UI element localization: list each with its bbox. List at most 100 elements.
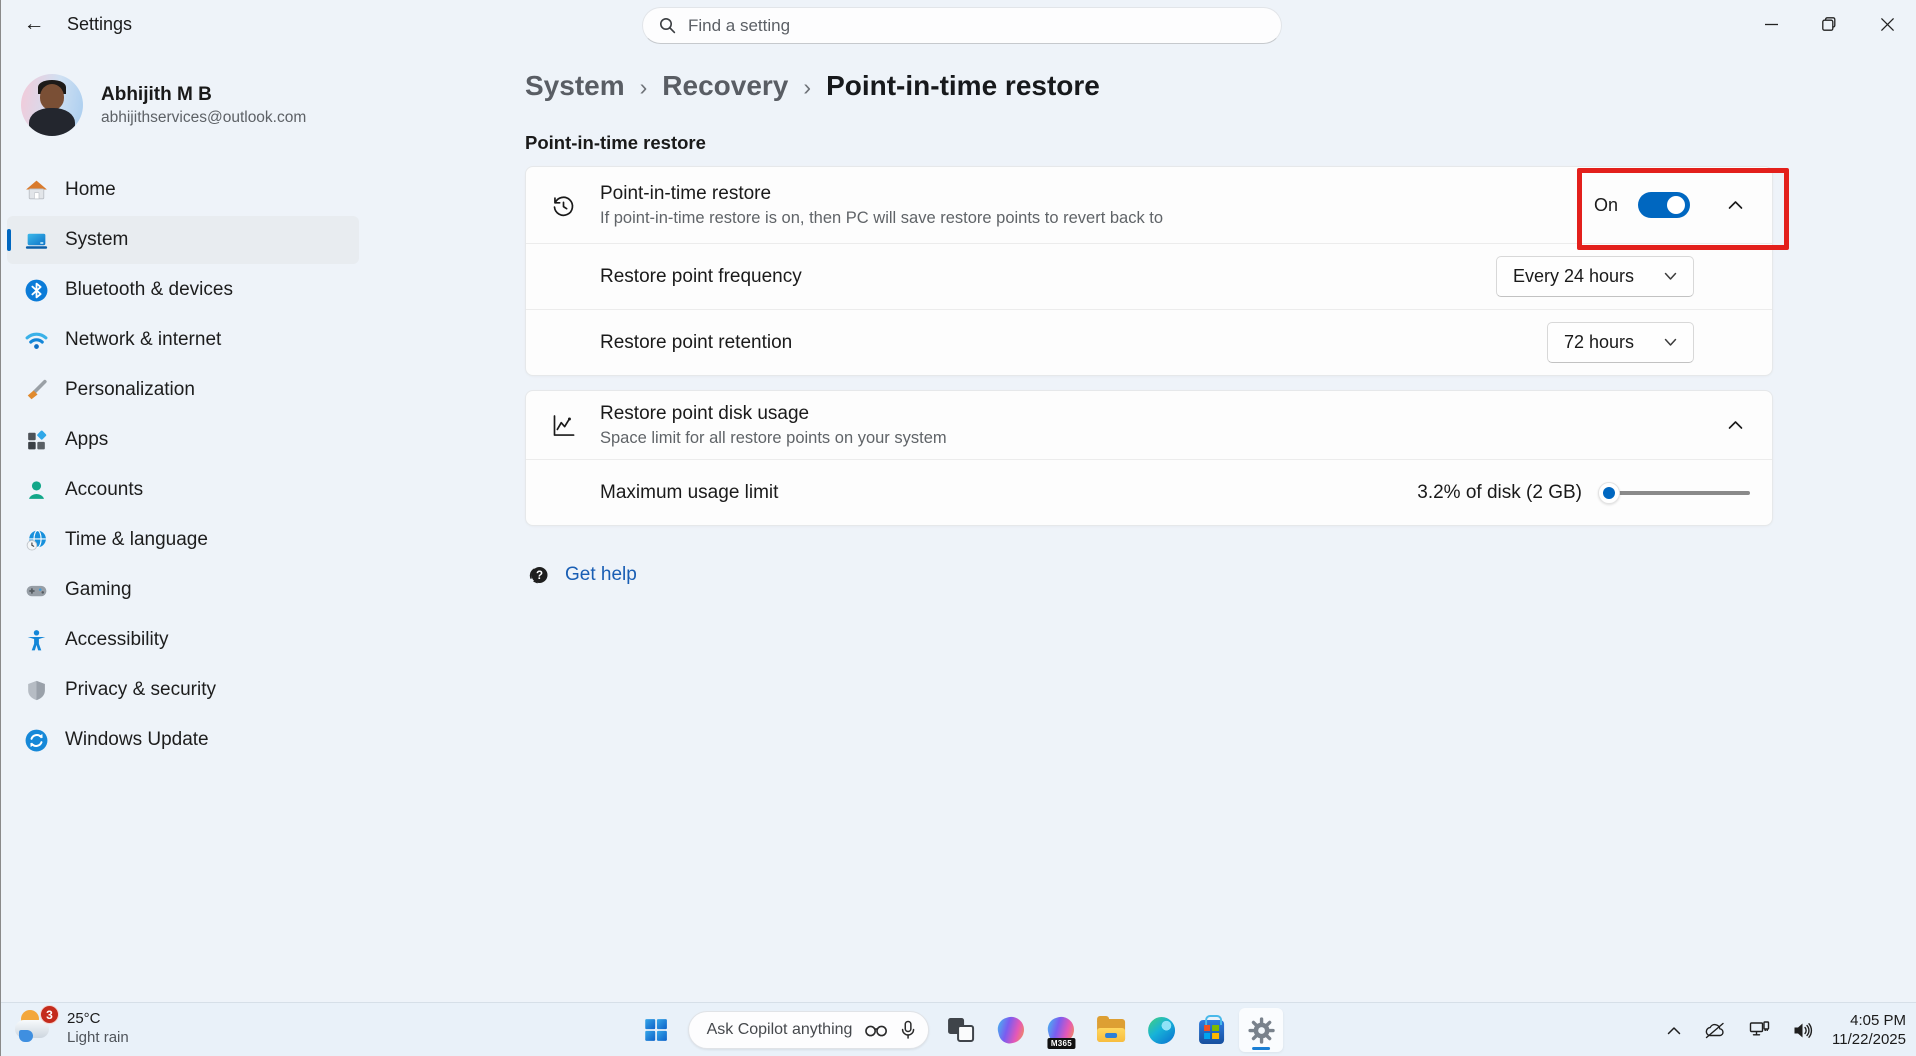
m365-copilot-button[interactable]: M365 [1039, 1008, 1083, 1052]
search-input[interactable] [688, 16, 1265, 36]
point-in-time-restore-row: Point-in-time restore If point-in-time r… [526, 167, 1772, 243]
edge-button[interactable] [1139, 1008, 1183, 1052]
retention-dropdown[interactable]: 72 hours [1547, 322, 1694, 363]
gear-icon [1248, 1017, 1275, 1044]
chevron-down-icon [1664, 338, 1677, 347]
taskbar: 3 25°C Light rain Ask Copilot anything [1, 1002, 1916, 1056]
accounts-icon [21, 477, 51, 503]
sidebar-item-gaming[interactable]: Gaming [7, 566, 359, 614]
microsoft-store-button[interactable] [1189, 1008, 1233, 1052]
sidebar-item-network-internet[interactable]: Network & internet [7, 316, 359, 364]
usage-value: 3.2% of disk (2 GB) [1417, 482, 1582, 504]
get-help: ? Get help [525, 562, 1916, 588]
slider-thumb[interactable] [1598, 482, 1620, 504]
copilot-app-button[interactable] [989, 1008, 1033, 1052]
settings-app-button[interactable] [1239, 1008, 1283, 1052]
row-label: Restore point frequency [600, 266, 1496, 288]
notification-badge: 3 [40, 1005, 59, 1024]
page-title: Point-in-time restore [826, 70, 1100, 102]
onedrive-paused-icon[interactable] [1700, 1018, 1730, 1043]
chevron-up-icon[interactable] [1720, 190, 1750, 220]
copilot-placeholder: Ask Copilot anything [707, 1021, 853, 1039]
weather-icon: 3 [13, 1008, 57, 1048]
copilot-vision-icon[interactable] [864, 1022, 888, 1038]
setting-description: If point-in-time restore is on, then PC … [600, 209, 1594, 228]
dropdown-value: 72 hours [1564, 332, 1634, 353]
tray-date: 11/22/2025 [1832, 1030, 1906, 1050]
back-button[interactable]: ← [15, 8, 53, 40]
sidebar-item-label: Gaming [65, 579, 132, 601]
sidebar-item-label: Personalization [65, 379, 195, 401]
profile-card[interactable]: Abhijith M B abhijithservices@outlook.co… [21, 74, 373, 136]
privacy-icon [21, 677, 51, 703]
sidebar-item-time-language[interactable]: Time & language [7, 516, 359, 564]
dropdown-value: Every 24 hours [1513, 266, 1634, 287]
tray-time: 4:05 PM [1832, 1011, 1906, 1031]
ethernet-icon[interactable] [1745, 1017, 1774, 1043]
hidden-icons-chevron[interactable] [1663, 1022, 1685, 1039]
breadcrumb-system[interactable]: System [525, 70, 625, 102]
volume-icon[interactable] [1789, 1018, 1817, 1043]
sidebar-item-bluetooth-devices[interactable]: Bluetooth & devices [7, 266, 359, 314]
file-explorer-button[interactable] [1089, 1008, 1133, 1052]
weather-temp: 25°C [67, 1010, 129, 1027]
breadcrumb-recovery[interactable]: Recovery [662, 70, 788, 102]
task-view-button[interactable] [939, 1008, 983, 1052]
disk-usage-row: Restore point disk usage Space limit for… [526, 391, 1772, 459]
sidebar-item-privacy-security[interactable]: Privacy & security [7, 666, 359, 714]
start-button[interactable] [634, 1008, 678, 1052]
search-icon [659, 17, 676, 34]
point-in-time-restore-toggle[interactable] [1638, 192, 1690, 218]
network-icon [21, 327, 51, 353]
microsoft-store-icon [1199, 1020, 1224, 1044]
home-icon [21, 177, 51, 203]
toggle-state-label: On [1594, 195, 1618, 216]
row-label: Maximum usage limit [600, 482, 1417, 504]
running-app-indicator [1252, 1047, 1270, 1050]
chevron-down-icon [1664, 272, 1677, 281]
close-button[interactable] [1858, 0, 1916, 48]
maximum-usage-limit-row: Maximum usage limit 3.2% of disk (2 GB) [526, 459, 1772, 525]
sidebar-item-label: Network & internet [65, 329, 221, 351]
setting-title: Restore point disk usage [600, 403, 1690, 425]
breadcrumb-separator: › [640, 71, 648, 101]
frequency-dropdown[interactable]: Every 24 hours [1496, 256, 1694, 297]
slider-track [1610, 491, 1750, 495]
taskbar-center: Ask Copilot anything M365 [634, 1008, 1284, 1052]
sidebar-item-label: Accessibility [65, 629, 168, 651]
sidebar-item-personalization[interactable]: Personalization [7, 366, 359, 414]
svg-text:?: ? [536, 570, 543, 582]
restore-point-frequency-row: Restore point frequency Every 24 hours [526, 243, 1772, 309]
sidebar-item-accessibility[interactable]: Accessibility [7, 616, 359, 664]
avatar [21, 74, 83, 136]
history-icon [548, 192, 578, 219]
settings-search-box[interactable] [642, 7, 1282, 44]
task-view-icon [948, 1018, 974, 1042]
microphone-icon[interactable] [900, 1020, 916, 1040]
sidebar-item-apps[interactable]: Apps [7, 416, 359, 464]
minimize-button[interactable] [1742, 0, 1800, 48]
system-tray: 4:05 PM 11/22/2025 [1663, 1003, 1906, 1056]
restore-button[interactable] [1800, 0, 1858, 48]
weather-widget[interactable]: 3 25°C Light rain [13, 1008, 129, 1048]
accessibility-icon [21, 627, 51, 653]
system-icon [21, 227, 51, 253]
sidebar-item-accounts[interactable]: Accounts [7, 466, 359, 514]
sidebar: Abhijith M B abhijithservices@outlook.co… [1, 48, 373, 1002]
setting-description: Space limit for all restore points on yo… [600, 429, 1690, 448]
sidebar-item-windows-update[interactable]: Windows Update [7, 716, 359, 764]
file-explorer-icon [1097, 1019, 1125, 1042]
sidebar-item-label: System [65, 229, 128, 251]
setting-title: Point-in-time restore [600, 183, 1594, 205]
sidebar-item-home[interactable]: Home [7, 166, 359, 214]
chevron-up-icon[interactable] [1720, 410, 1750, 440]
profile-email: abhijithservices@outlook.com [101, 109, 306, 127]
usage-limit-slider[interactable] [1598, 481, 1750, 505]
breadcrumb: System › Recovery › Point-in-time restor… [525, 70, 1916, 102]
m365-badge: M365 [1048, 1038, 1075, 1049]
disk-usage-card: Restore point disk usage Space limit for… [525, 390, 1773, 526]
get-help-link[interactable]: Get help [565, 564, 637, 586]
copilot-search-box[interactable]: Ask Copilot anything [688, 1011, 930, 1049]
clock[interactable]: 4:05 PM 11/22/2025 [1832, 1011, 1906, 1050]
sidebar-item-system[interactable]: System [7, 216, 359, 264]
